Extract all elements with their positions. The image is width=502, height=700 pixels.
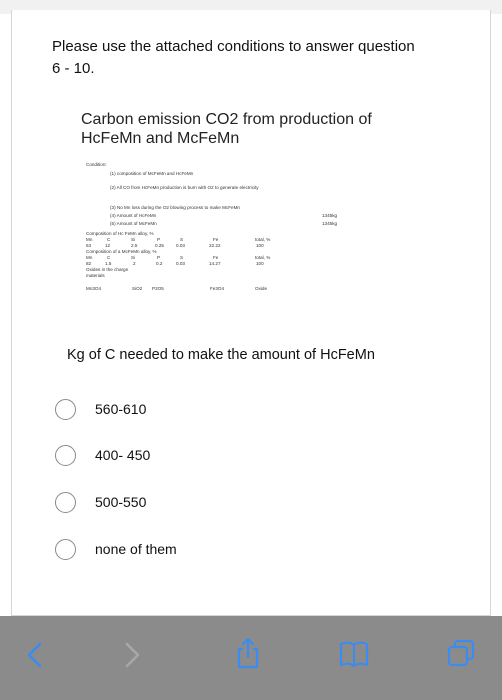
instructions-line-1: Please use the attached conditions to an…	[52, 38, 415, 55]
amount-mcfemn: 1345kg	[322, 221, 338, 226]
attachment-title-line-1: Carbon emission CO2 from production of	[81, 111, 372, 128]
mc-composition-heading: Composition of a McFeMn alloy, %	[86, 249, 157, 254]
mc-value-p: 0.2	[156, 261, 163, 266]
radio-button[interactable]	[55, 491, 76, 513]
back-icon[interactable]	[25, 642, 45, 673]
condition-2: (2) All CO from HcFeMn production is bur…	[110, 185, 259, 190]
share-icon[interactable]	[235, 636, 261, 675]
oxides-heading-line-2: materials	[86, 273, 105, 278]
option-400-450[interactable]: 400- 450	[55, 443, 150, 467]
mc-value-s: 0.03	[176, 261, 185, 266]
condition-5: (5) Amount of McFeMn	[110, 221, 157, 226]
instructions: Please use the attached conditions to an…	[52, 36, 472, 80]
attachment-title-line-2: HcFeMn and McFeMn	[81, 130, 240, 147]
mc-value-si: 2	[133, 261, 136, 266]
hc-value-total: 100	[256, 243, 264, 248]
oxide-p2o5: P2O5	[152, 286, 164, 291]
forward-icon	[122, 642, 142, 673]
condition-3: (3) No Mn loss during the O2 blowing pro…	[110, 205, 240, 210]
attached-conditions-image: Carbon emission CO2 from production of H…	[76, 110, 421, 291]
option-560-610[interactable]: 560-610	[55, 397, 146, 421]
amount-hcfemn: 1345kg	[322, 213, 338, 218]
radio-button[interactable]	[55, 444, 76, 466]
hc-composition-heading: Composition of Hc FeMn alloy, %	[86, 231, 154, 236]
hc-value-s: 0.03	[176, 243, 185, 248]
bookmarks-icon[interactable]	[338, 640, 370, 673]
oxide-sio2: SiO2	[132, 286, 143, 291]
browser-toolbar	[0, 616, 502, 700]
instructions-line-2: 6 - 10.	[52, 60, 95, 77]
radio-button[interactable]	[55, 398, 76, 420]
question-card	[11, 10, 491, 616]
tabs-icon[interactable]	[446, 638, 476, 673]
option-none-of-them[interactable]: none of them	[55, 537, 177, 561]
radio-button[interactable]	[55, 538, 76, 560]
condition-1: (1) composition of McFeMn and HcFeMn	[110, 171, 194, 176]
oxide-mn3o4: Mn3O4	[86, 286, 102, 291]
oxide-label: Oxide	[255, 286, 268, 291]
mc-value-fe: 14.27	[209, 261, 221, 266]
question-text: Kg of C needed to make the amount of HcF…	[67, 347, 375, 363]
option-label: 500-550	[95, 494, 147, 510]
option-500-550[interactable]: 500-550	[55, 490, 146, 514]
condition-heading: Condition:	[86, 162, 107, 167]
mc-value-total: 100	[256, 261, 264, 266]
condition-4: (4) Amount of HcFeMn	[110, 213, 157, 218]
option-label: 400- 450	[95, 447, 151, 463]
hc-value-fe: 22.22	[209, 243, 221, 248]
option-label: 560-610	[95, 401, 147, 417]
option-label: none of them	[95, 541, 177, 557]
oxide-fe3o4: Fe3O4	[210, 286, 225, 291]
